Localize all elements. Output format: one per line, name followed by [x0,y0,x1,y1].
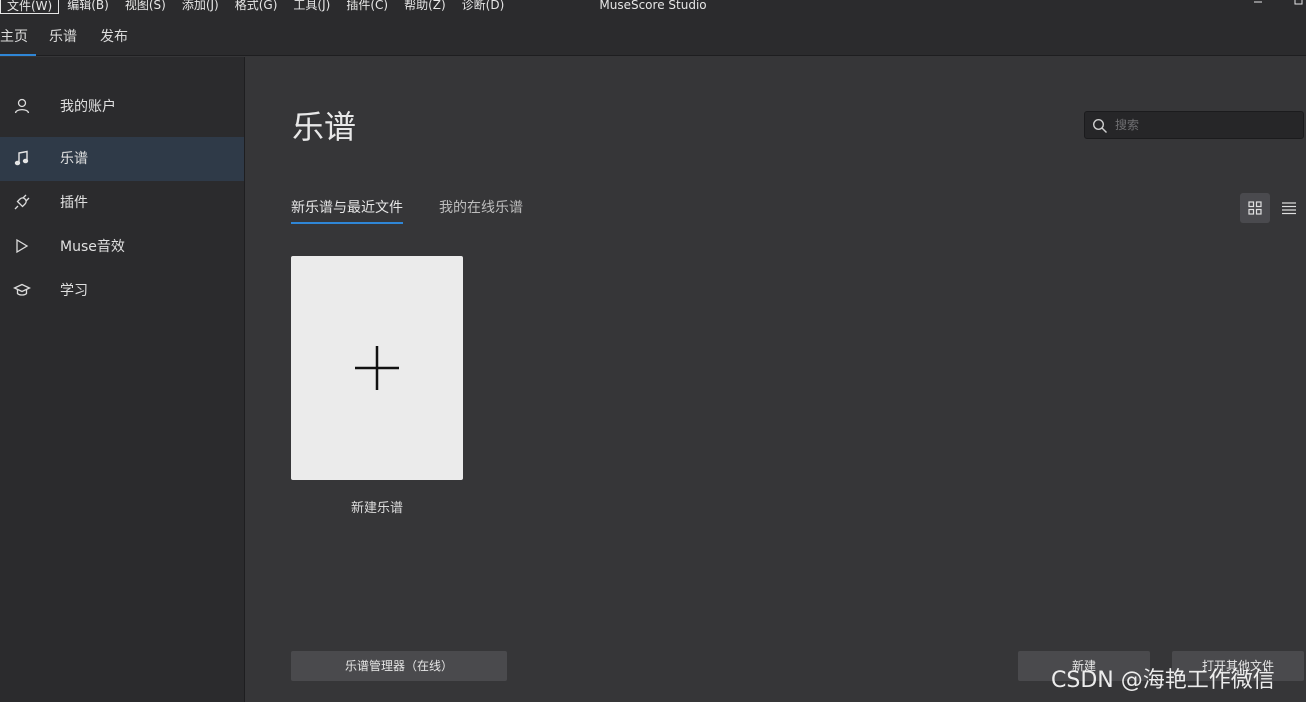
new-button[interactable]: 新建 [1018,651,1150,681]
sidebar-item-label: Muse音效 [60,239,125,255]
score-manager-label: 乐谱管理器（在线） [344,659,453,673]
musescore-window: 文件(W) 编辑(B) 视图(S) 添加(J) 格式(G) 工具(J) 插件(C… [0,0,1306,702]
tab-scores[interactable]: 乐谱 [49,18,77,56]
tab-scores-label: 乐谱 [49,29,77,45]
subtab-online-scores[interactable]: 我的在线乐谱 [439,198,523,224]
app-title: MuseScore Studio [599,0,707,12]
search-box[interactable] [1084,111,1304,139]
score-manager-button[interactable]: 乐谱管理器（在线） [291,651,507,681]
subtab-label: 新乐谱与最近文件 [291,200,403,216]
subtab-label: 我的在线乐谱 [439,200,523,216]
title-bar: 文件(W) 编辑(B) 视图(S) 添加(J) 格式(G) 工具(J) 插件(C… [0,0,1306,18]
sidebar-item-plugins[interactable]: 插件 [0,181,244,225]
graduation-cap-icon [12,281,32,299]
tab-home[interactable]: 主页 [0,18,36,56]
sidebar-item-label: 学习 [60,283,88,299]
grid-view-button[interactable] [1240,193,1270,223]
new-button-label: 新建 [1071,659,1096,673]
sidebar-item-learn[interactable]: 学习 [0,269,244,313]
search-icon [1092,118,1108,134]
sidebar-item-label: 乐谱 [60,151,88,167]
sidebar-item-account[interactable]: 我的账户 [0,85,244,129]
tab-publish[interactable]: 发布 [100,18,128,56]
open-other-file-button[interactable]: 打开其他文件 [1172,651,1304,681]
list-view-button[interactable] [1274,193,1304,223]
new-score-card[interactable] [291,256,463,480]
search-input[interactable] [1115,115,1295,135]
sidebar-item-label: 我的账户 [60,99,116,115]
sidebar: 我的账户 乐谱 插件 Muse音效 学习 [0,57,245,702]
sidebar-item-label: 插件 [60,195,88,211]
new-score-label: 新建乐谱 [350,501,403,516]
main-tab-bar: 主页 乐谱 发布 [0,18,1306,56]
sidebar-item-muse-sounds[interactable]: Muse音效 [0,225,244,269]
user-icon [13,97,31,115]
restore-icon[interactable] [1290,0,1306,14]
tab-publish-label: 发布 [100,29,128,45]
minimize-icon[interactable] [1250,0,1266,14]
subtab-new-and-recent[interactable]: 新乐谱与最近文件 [291,198,403,224]
open-other-file-label: 打开其他文件 [1201,659,1274,673]
music-note-icon [13,149,31,167]
plug-icon [13,193,31,211]
page-title: 乐谱 [292,108,357,146]
tab-home-label: 主页 [0,29,28,45]
plus-icon [355,346,399,394]
play-icon [13,237,31,255]
sidebar-item-scores[interactable]: 乐谱 [0,137,244,181]
